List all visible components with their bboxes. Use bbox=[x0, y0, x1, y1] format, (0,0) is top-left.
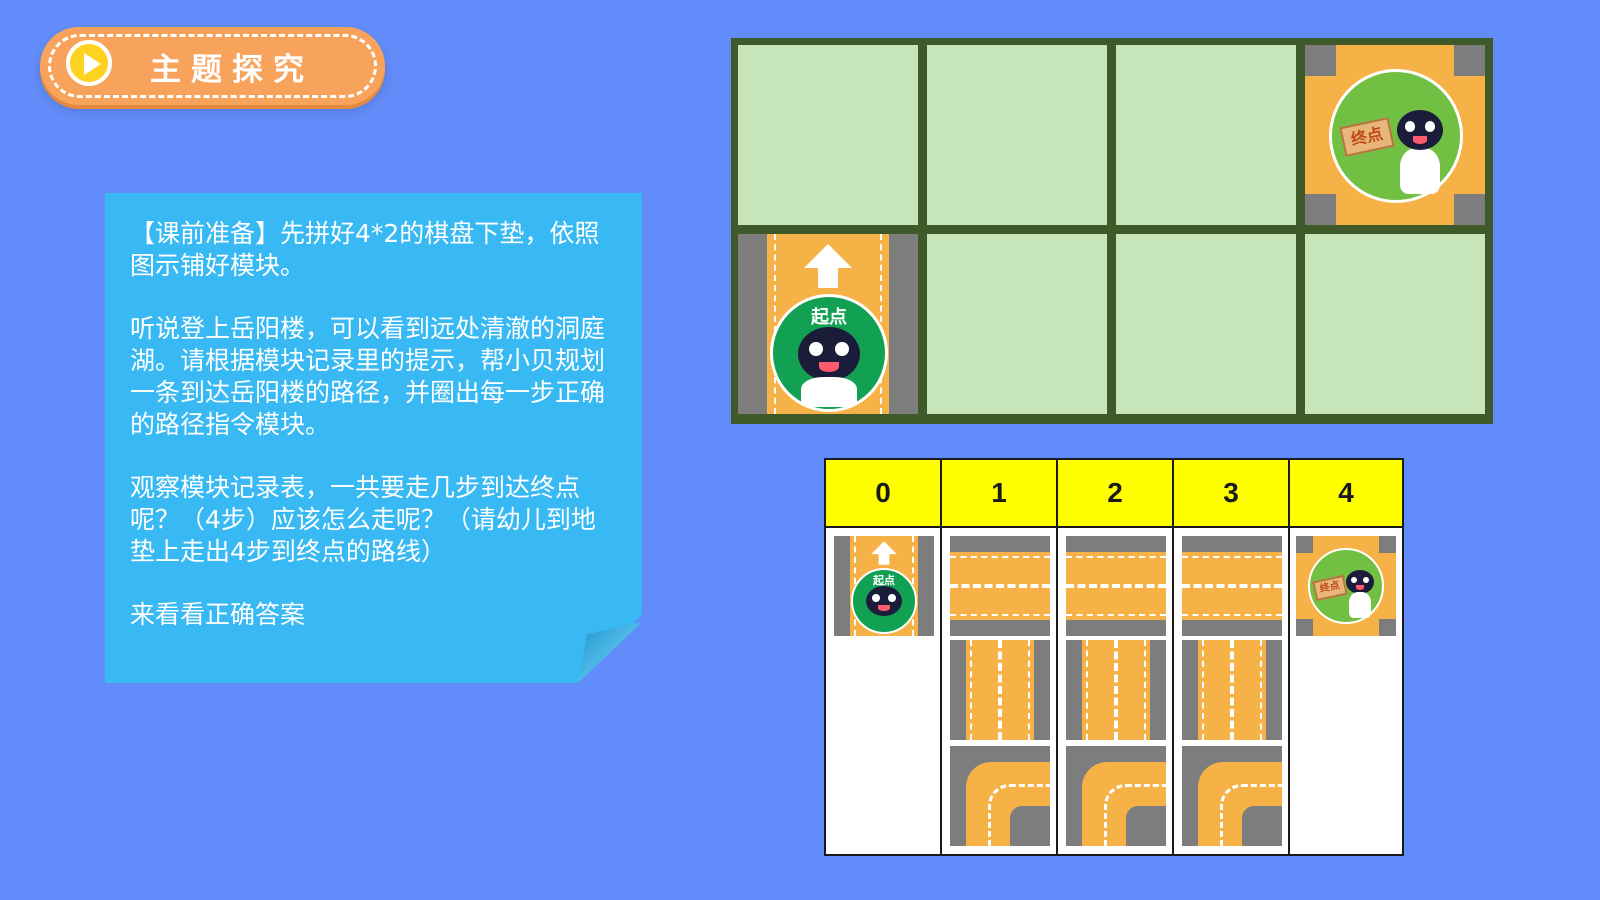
mascot-body bbox=[1400, 148, 1440, 194]
end-sign: 终点 bbox=[1339, 117, 1395, 157]
topic-title: 主题探究 bbox=[150, 52, 314, 88]
column-4: 终点 bbox=[1290, 528, 1402, 854]
vertical-road-icon[interactable] bbox=[950, 640, 1050, 740]
vertical-road-icon[interactable] bbox=[1066, 640, 1166, 740]
mascot-body bbox=[1349, 592, 1371, 618]
column-2 bbox=[1058, 528, 1174, 854]
end-tile[interactable]: 终点 bbox=[1296, 536, 1396, 636]
mat-cell-r2c3[interactable] bbox=[1116, 234, 1296, 414]
start-tile[interactable]: 起点 bbox=[834, 536, 934, 636]
horizontal-road-icon[interactable] bbox=[1182, 536, 1282, 636]
note-paragraph-answer: 来看看正确答案 bbox=[130, 600, 306, 629]
start-badge: 起点 bbox=[770, 294, 888, 412]
turn-road-icon[interactable] bbox=[1066, 746, 1166, 846]
arrow-up-icon bbox=[871, 541, 897, 565]
mascot-icon bbox=[1397, 110, 1443, 150]
mat-cell-r2c1-start[interactable]: 起点 bbox=[738, 234, 918, 414]
note-paragraph-prep: 【课前准备】先拼好4*2的棋盘下垫，依照图示铺好模块。 bbox=[130, 219, 600, 280]
column-header-1: 1 bbox=[942, 460, 1058, 528]
end-badge: 终点 bbox=[1308, 548, 1384, 624]
vertical-road-icon[interactable] bbox=[1182, 640, 1282, 740]
column-header-4: 4 bbox=[1290, 460, 1402, 528]
horizontal-road-icon[interactable] bbox=[1066, 536, 1166, 636]
note-text: 【课前准备】先拼好4*2的棋盘下垫，依照图示铺好模块。 听说登上岳阳楼，可以看到… bbox=[130, 218, 620, 631]
play-icon bbox=[66, 40, 112, 86]
mat-cell-r1c1[interactable] bbox=[738, 45, 918, 225]
column-3 bbox=[1174, 528, 1290, 854]
column-header-3: 3 bbox=[1174, 460, 1290, 528]
column-header-0: 0 bbox=[826, 460, 942, 528]
mascot-icon bbox=[798, 327, 860, 381]
end-sign: 终点 bbox=[1312, 574, 1348, 602]
note-paragraph-story: 听说登上岳阳楼，可以看到远处清澈的洞庭湖。请根据模块记录里的提示，帮小贝规划一条… bbox=[130, 314, 606, 439]
start-label: 起点 bbox=[811, 307, 847, 328]
column-1 bbox=[942, 528, 1058, 854]
mascot-body bbox=[801, 377, 857, 407]
mat-cell-r1c3[interactable] bbox=[1116, 45, 1296, 225]
topic-badge[interactable]: 主题探究 bbox=[40, 27, 385, 105]
column-header-2: 2 bbox=[1058, 460, 1174, 528]
board-mat: 终点 起点 bbox=[731, 38, 1493, 424]
arrow-up-icon bbox=[804, 244, 852, 288]
end-badge: 终点 bbox=[1329, 69, 1463, 203]
mat-cell-r2c2[interactable] bbox=[927, 234, 1107, 414]
turn-road-icon[interactable] bbox=[950, 746, 1050, 846]
turn-road-icon[interactable] bbox=[1182, 746, 1282, 846]
note-paragraph-question: 观察模块记录表，一共要走几步到达终点呢？（4步）应该怎么走呢？（请幼儿到地垫上走… bbox=[130, 473, 596, 566]
record-table: 0 1 2 3 4 起点 终点 bbox=[824, 458, 1404, 856]
mascot-icon bbox=[866, 586, 902, 616]
mat-cell-r1c2[interactable] bbox=[927, 45, 1107, 225]
column-0: 起点 bbox=[826, 528, 942, 854]
mascot-icon bbox=[1346, 570, 1374, 594]
start-badge: 起点 bbox=[851, 568, 917, 634]
mat-cell-r1c4-end[interactable]: 终点 bbox=[1305, 45, 1485, 225]
mat-cell-r2c4[interactable] bbox=[1305, 234, 1485, 414]
horizontal-road-icon[interactable] bbox=[950, 536, 1050, 636]
